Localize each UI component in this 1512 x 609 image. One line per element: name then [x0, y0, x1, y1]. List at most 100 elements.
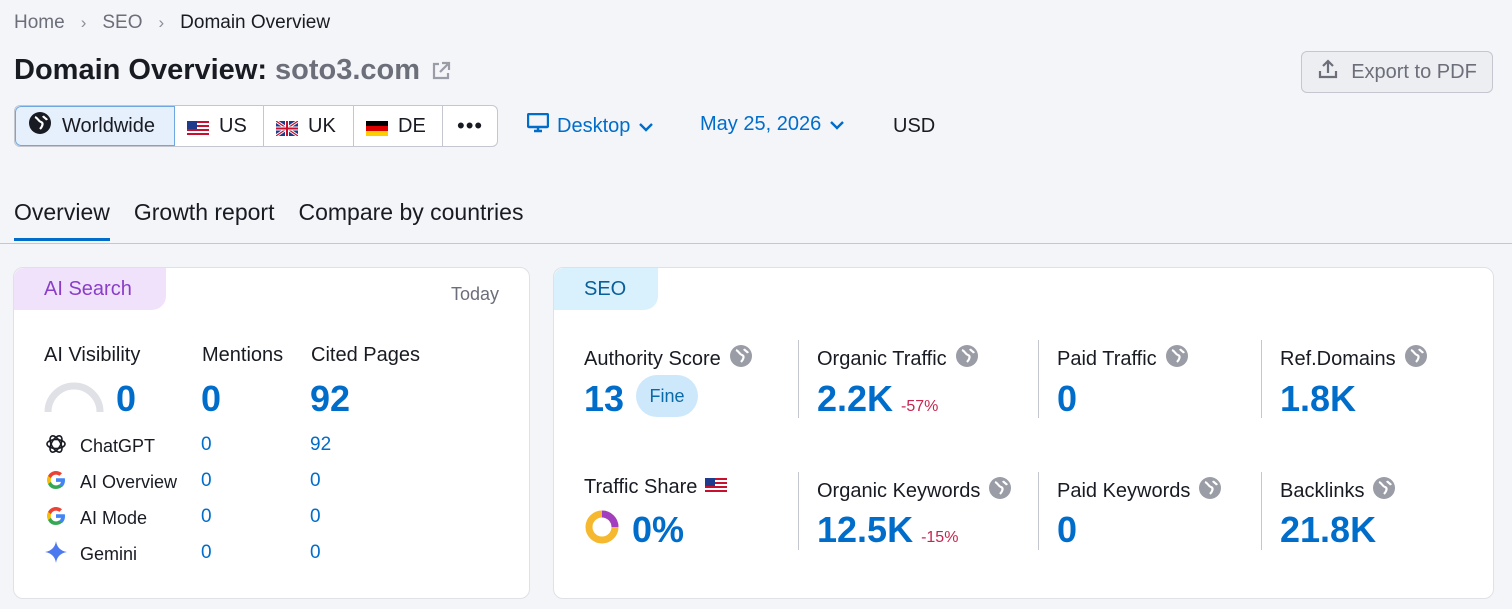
authority-score-value[interactable]: 13 — [584, 378, 624, 420]
ai-visibility-label: AI Visibility — [44, 344, 141, 366]
engine-row-chatgpt: ChatGPT — [44, 432, 155, 461]
engine-row-ai-overview: AI Overview — [44, 468, 177, 497]
tab-growth-report[interactable]: Growth report — [134, 199, 275, 241]
page-title-label: Domain Overview: — [14, 54, 268, 86]
ai-mode-mentions-value[interactable]: 0 — [201, 506, 212, 528]
organic-keywords-block: 12.5K -15% — [817, 509, 958, 551]
region-us-label: US — [219, 114, 247, 137]
cited-pages-label: Cited Pages — [311, 344, 420, 366]
breadcrumb: Home › SEO › Domain Overview — [14, 12, 330, 34]
paid-traffic-label: Paid Traffic — [1057, 347, 1157, 370]
paid-keywords-metric: Paid Keywords — [1057, 476, 1222, 506]
seo-tag: SEO — [554, 268, 658, 310]
region-uk-label: UK — [308, 114, 336, 137]
chatgpt-cited-value[interactable]: 92 — [310, 434, 331, 456]
cited-pages-value[interactable]: 92 — [310, 378, 350, 420]
chatgpt-icon — [44, 432, 68, 461]
region-us[interactable]: US — [175, 106, 264, 146]
ai-mode-cited-value[interactable]: 0 — [310, 506, 321, 528]
export-pdf-button[interactable]: Export to PDF — [1301, 51, 1493, 93]
ai-search-card: AI Search Today AI Visibility Mentions C… — [13, 267, 530, 599]
engine-row-gemini: Gemini — [44, 540, 137, 569]
region-worldwide-label: Worldwide — [62, 114, 155, 137]
globe-icon — [1372, 476, 1396, 506]
us-flag-icon — [187, 119, 209, 136]
traffic-share-label: Traffic Share — [584, 476, 698, 498]
device-label: Desktop — [557, 114, 631, 137]
external-link-icon[interactable] — [430, 60, 452, 82]
ai-visibility-value[interactable]: 0 — [116, 378, 136, 420]
google-icon — [44, 504, 68, 533]
tab-overview[interactable]: Overview — [14, 199, 110, 241]
globe-icon — [729, 344, 753, 374]
paid-traffic-value[interactable]: 0 — [1057, 378, 1077, 420]
engine-name: AI Overview — [80, 472, 178, 492]
upload-icon — [1317, 58, 1339, 86]
region-selector: Worldwide US UK DE ••• — [14, 105, 499, 147]
chevron-down-icon — [638, 115, 654, 138]
de-flag-icon — [366, 119, 388, 136]
device-dropdown[interactable]: Desktop — [526, 112, 654, 139]
seo-card: SEO Authority Score 13 Fine Organic Traf… — [553, 267, 1494, 599]
uk-flag-icon — [275, 119, 299, 137]
mentions-value[interactable]: 0 — [201, 378, 221, 420]
organic-keywords-label: Organic Keywords — [817, 479, 981, 502]
desktop-icon — [526, 112, 550, 139]
gemini-mentions-value[interactable]: 0 — [201, 542, 212, 564]
breadcrumb-home[interactable]: Home — [14, 12, 65, 34]
ref-domains-label: Ref.Domains — [1280, 347, 1396, 370]
chatgpt-mentions-value[interactable]: 0 — [201, 434, 212, 456]
gemini-icon — [44, 540, 68, 569]
divider — [1261, 472, 1262, 550]
tab-bar: Overview Growth report Compare by countr… — [14, 199, 523, 241]
traffic-share-metric: Traffic Share — [584, 476, 728, 499]
domain-name[interactable]: soto3.com — [275, 54, 420, 87]
backlinks-value[interactable]: 21.8K — [1280, 509, 1376, 551]
date-dropdown[interactable]: May 25, 2026 — [700, 113, 845, 136]
breadcrumb-current: Domain Overview — [180, 12, 331, 33]
authority-score-metric: Authority Score — [584, 344, 753, 374]
ai-overview-cited-value[interactable]: 0 — [310, 470, 321, 492]
page-title: Domain Overview: soto3.com — [14, 54, 452, 87]
divider — [1038, 472, 1039, 550]
organic-traffic-delta: -57% — [901, 398, 939, 415]
backlinks-label: Backlinks — [1280, 479, 1365, 502]
date-label: May 25, 2026 — [700, 113, 822, 135]
globe-icon — [988, 476, 1012, 506]
more-regions-button[interactable]: ••• — [443, 106, 497, 146]
globe-icon — [28, 111, 52, 141]
google-icon — [44, 468, 68, 497]
ref-domains-value[interactable]: 1.8K — [1280, 378, 1356, 420]
ai-overview-mentions-value[interactable]: 0 — [201, 470, 212, 492]
export-pdf-label: Export to PDF — [1351, 60, 1477, 83]
chevron-down-icon — [829, 113, 845, 136]
ref-domains-metric: Ref.Domains — [1280, 344, 1428, 374]
organic-traffic-block: 2.2K -57% — [817, 378, 938, 420]
breadcrumb-seo[interactable]: SEO — [102, 12, 142, 34]
gemini-cited-value[interactable]: 0 — [310, 542, 321, 564]
region-de[interactable]: DE — [354, 106, 443, 146]
backlinks-metric: Backlinks — [1280, 476, 1396, 506]
region-de-label: DE — [398, 114, 426, 137]
organic-keywords-metric: Organic Keywords — [817, 476, 1012, 506]
authority-score-badge: Fine — [636, 375, 698, 417]
chevron-right-icon: › — [80, 13, 87, 32]
paid-keywords-value[interactable]: 0 — [1057, 509, 1077, 551]
organic-keywords-value[interactable]: 12.5K — [817, 509, 913, 551]
engine-name: ChatGPT — [80, 436, 156, 456]
divider — [1261, 340, 1262, 418]
organic-traffic-metric: Organic Traffic — [817, 344, 979, 374]
period-label: Today — [450, 284, 499, 304]
traffic-share-value[interactable]: 0% — [632, 509, 684, 551]
engine-row-ai-mode: AI Mode — [44, 504, 147, 533]
organic-traffic-value[interactable]: 2.2K — [817, 378, 893, 420]
divider — [1038, 340, 1039, 418]
tab-compare-by-countries[interactable]: Compare by countries — [298, 199, 523, 241]
region-worldwide[interactable]: Worldwide — [15, 106, 175, 146]
region-uk[interactable]: UK — [264, 106, 354, 146]
globe-icon — [1165, 344, 1189, 374]
visibility-gauge-icon — [44, 382, 104, 419]
organic-traffic-label: Organic Traffic — [817, 347, 947, 370]
globe-icon — [955, 344, 979, 374]
ai-search-tag: AI Search — [14, 268, 166, 310]
